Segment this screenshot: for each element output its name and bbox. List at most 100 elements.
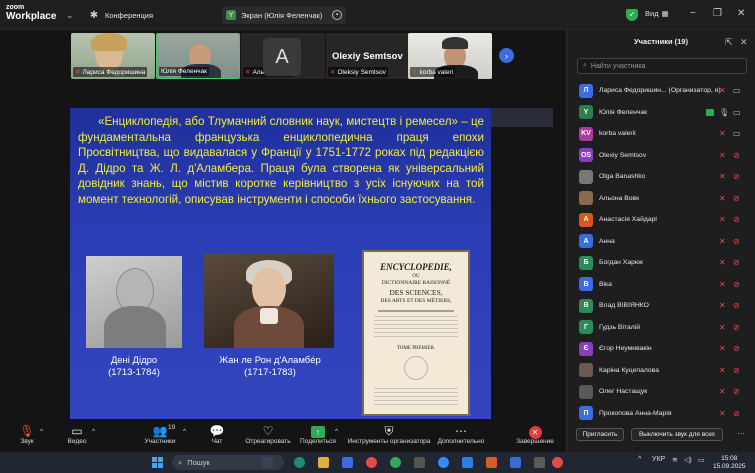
participant-row[interactable]: Л Лариса Федоришин... (Организатор, я) ✕ ▭	[567, 80, 755, 102]
participant-row[interactable]: А Анастасія Хайдарі ✕ ⊘	[567, 209, 755, 231]
app-icon[interactable]	[414, 457, 425, 468]
participant-row[interactable]: Y Юлія Феленчак 🎙 ▭	[567, 102, 755, 124]
edge-icon[interactable]	[294, 457, 305, 468]
participant-row[interactable]: П Прокопова Анна-Марія ✕ ⊘	[567, 403, 755, 425]
end-meeting-button[interactable]: ✕ Завершение	[515, 424, 555, 445]
mic-muted-icon[interactable]: ✕	[719, 301, 726, 310]
participant-row[interactable]: А Анна ✕ ⊘	[567, 231, 755, 253]
participant-row[interactable]: OS Olexiy Semtsov ✕ ⊘	[567, 145, 755, 167]
mic-muted-icon[interactable]: ✕	[719, 366, 726, 375]
camera-off-icon[interactable]: ⊘	[733, 366, 740, 375]
video-options-chevron-icon[interactable]: ^	[92, 428, 95, 435]
participant-row[interactable]: Каріна Куцепалова ✕ ⊘	[567, 360, 755, 382]
camera-icon[interactable]: ▭	[733, 108, 741, 117]
participant-row[interactable]: В Віка ✕ ⊘	[567, 274, 755, 296]
minimize-icon[interactable]: −	[690, 8, 696, 19]
participant-row[interactable]: Є Єгор Неумивакін ✕ ⊘	[567, 338, 755, 360]
share-button[interactable]: ↑ Поделиться	[298, 424, 338, 445]
app-icon[interactable]	[534, 457, 545, 468]
word-icon[interactable]	[462, 457, 473, 468]
mic-muted-icon[interactable]: ✕	[719, 215, 726, 224]
mic-muted-icon[interactable]: ✕	[719, 151, 726, 160]
volume-icon[interactable]: ◁)	[684, 456, 692, 464]
language-indicator[interactable]: УКР	[652, 456, 665, 463]
mic-muted-icon[interactable]: ✕	[719, 323, 726, 332]
more-icon[interactable]: ⋯	[737, 429, 745, 438]
tab-conference[interactable]: ✱ Конференция	[88, 6, 153, 24]
participant-row[interactable]: В Влад ВІВЇЯНКО ✕ ⊘	[567, 295, 755, 317]
chrome-icon[interactable]	[390, 457, 401, 468]
wifi-icon[interactable]: ≋	[672, 456, 678, 464]
mic-icon[interactable]: 🎙	[719, 108, 729, 117]
store-icon[interactable]	[342, 457, 353, 468]
mic-muted-icon[interactable]: ✕	[719, 387, 726, 396]
participants-options-chevron-icon[interactable]: ^	[183, 428, 186, 435]
mic-muted-icon[interactable]: ✕	[719, 258, 726, 267]
app-icon[interactable]	[552, 457, 563, 468]
more-button[interactable]: ⋯ Дополнительно	[436, 424, 486, 445]
mic-muted-icon[interactable]: ✕	[719, 86, 726, 95]
video-thumb-2[interactable]: Юлія Феленчак	[156, 33, 240, 79]
audio-button[interactable]: 🎙 Звук	[16, 424, 38, 445]
shield-icon[interactable]: ✓	[626, 9, 638, 21]
popout-icon[interactable]: ⇱	[725, 37, 733, 48]
participant-search-input[interactable]: ⌕ Найти участника	[577, 58, 747, 74]
opera-icon[interactable]	[366, 457, 377, 468]
app-icon[interactable]	[510, 457, 521, 468]
participant-row[interactable]: Б Богдан Харюк ✕ ⊘	[567, 252, 755, 274]
camera-off-icon[interactable]: ⊘	[733, 301, 740, 310]
view-button[interactable]: Вид ▦	[645, 9, 669, 18]
video-thumb-1[interactable]: ✕ Лариса Федоришина	[71, 33, 155, 79]
host-tools-button[interactable]: ⛨ Инструменты организатора	[346, 424, 432, 445]
clock[interactable]: 15:08 15.09.2025	[713, 455, 746, 471]
participant-row[interactable]: Olga Banashko ✕ ⊘	[567, 166, 755, 188]
tray-chevron-icon[interactable]: ^	[638, 456, 641, 463]
file-explorer-icon[interactable]	[318, 457, 329, 468]
mic-muted-icon[interactable]: ✕	[719, 172, 726, 181]
powerpoint-icon[interactable]	[486, 457, 497, 468]
share-options-chevron-icon[interactable]: ^	[335, 428, 338, 435]
participant-row[interactable]: Альона Вовк ✕ ⊘	[567, 188, 755, 210]
camera-off-icon[interactable]: ⊘	[733, 237, 740, 246]
participant-row[interactable]: Г Гудзь Віталій ✕ ⊘	[567, 317, 755, 339]
close-panel-icon[interactable]: ✕	[740, 37, 748, 48]
mic-muted-icon[interactable]: ✕	[719, 237, 726, 246]
camera-off-icon[interactable]: ⊘	[733, 323, 740, 332]
battery-icon[interactable]: ▭	[698, 456, 705, 464]
tab-screen-share[interactable]: Y Экран (Юлія Феленчак) ▪	[222, 6, 346, 24]
mic-muted-icon[interactable]: ✕	[719, 194, 726, 203]
mic-muted-icon[interactable]: ✕	[719, 280, 726, 289]
camera-off-icon[interactable]: ⊘	[733, 344, 740, 353]
next-thumbnails-button[interactable]: ›	[499, 48, 514, 63]
camera-off-icon[interactable]: ⊘	[733, 280, 740, 289]
chevron-down-icon[interactable]: ⌄	[66, 10, 74, 21]
task-view-icon[interactable]	[262, 457, 273, 468]
mic-muted-icon[interactable]: ✕	[719, 129, 726, 138]
participant-row[interactable]: Олег Настащук ✕ ⊘	[567, 381, 755, 403]
close-icon[interactable]: ✕	[737, 8, 745, 19]
camera-off-icon[interactable]: ⊘	[733, 409, 740, 418]
chat-button[interactable]: 💬 Чат	[206, 424, 228, 445]
participant-name: Влад ВІВЇЯНКО	[599, 302, 649, 310]
mic-muted-icon[interactable]: ✕	[719, 409, 726, 418]
video-thumb-5[interactable]: ✕ korba valeri	[408, 33, 492, 79]
mic-muted-icon[interactable]: ✕	[719, 344, 726, 353]
video-button[interactable]: ▭ Видео	[64, 424, 90, 445]
zoom-app-icon[interactable]	[438, 457, 449, 468]
camera-off-icon[interactable]: ⊘	[733, 151, 740, 160]
camera-off-icon[interactable]: ⊘	[733, 387, 740, 396]
camera-icon[interactable]: ▭	[733, 86, 741, 95]
camera-off-icon[interactable]: ⊘	[733, 172, 740, 181]
mute-all-button[interactable]: Выключить звук для всех	[631, 428, 723, 441]
camera-icon[interactable]: ▭	[733, 129, 741, 138]
camera-off-icon[interactable]: ⊘	[733, 215, 740, 224]
participant-row[interactable]: KV korba valerii ✕ ▭	[567, 123, 755, 145]
maximize-icon[interactable]: ❐	[713, 8, 722, 19]
stop-share-icon[interactable]: ▪	[332, 10, 342, 20]
invite-button[interactable]: Пригласить	[576, 428, 624, 441]
camera-off-icon[interactable]: ⊘	[733, 258, 740, 267]
camera-off-icon[interactable]: ⊘	[733, 194, 740, 203]
react-button[interactable]: ♡ Отреагировать	[244, 424, 292, 445]
windows-start-icon[interactable]	[152, 457, 163, 468]
audio-options-chevron-icon[interactable]: ^	[40, 428, 43, 435]
